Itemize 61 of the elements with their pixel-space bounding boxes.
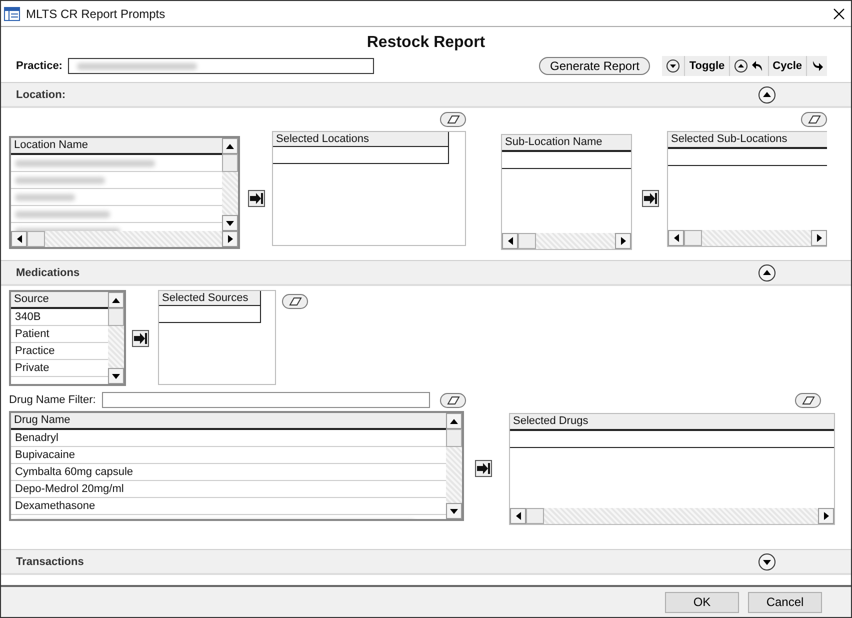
list-item[interactable]: Benadryl bbox=[11, 430, 446, 447]
cycle-button[interactable]: Cycle bbox=[768, 56, 807, 76]
eraser-icon[interactable] bbox=[282, 294, 308, 309]
blurred-text bbox=[15, 194, 75, 200]
column-header: Selected Locations bbox=[273, 132, 449, 147]
ok-button[interactable]: OK bbox=[665, 592, 739, 612]
column-header: Selected Sources bbox=[159, 291, 261, 306]
move-right-icon[interactable] bbox=[475, 460, 492, 476]
eraser-icon[interactable] bbox=[440, 392, 466, 408]
horizontal-scrollbar[interactable] bbox=[510, 508, 834, 524]
selected-sub-locations-list[interactable]: Selected Sub-Locations bbox=[667, 131, 827, 247]
vertical-scrollbar[interactable] bbox=[222, 138, 238, 231]
expand-all-icon[interactable] bbox=[734, 59, 748, 73]
move-right-icon[interactable] bbox=[642, 190, 659, 206]
horizontal-scrollbar[interactable] bbox=[502, 233, 631, 249]
eraser-icon[interactable] bbox=[440, 112, 466, 127]
report-title: Restock Report bbox=[366, 34, 486, 52]
close-icon[interactable] bbox=[833, 8, 845, 20]
drug-name-filter-field[interactable] bbox=[102, 392, 430, 408]
section-header[interactable]: Transactions bbox=[1, 549, 851, 575]
table-icon bbox=[4, 6, 20, 20]
window-title: MLTS CR Report Prompts bbox=[26, 6, 166, 20]
column-header: Selected Sub-Locations bbox=[668, 132, 827, 149]
section-toggle-icon[interactable] bbox=[758, 86, 776, 104]
practice-field[interactable] bbox=[68, 58, 374, 74]
cancel-button[interactable]: Cancel bbox=[748, 592, 822, 612]
eraser-icon[interactable] bbox=[801, 112, 827, 127]
horizontal-scrollbar[interactable] bbox=[11, 231, 238, 247]
section-toggle-icon[interactable] bbox=[758, 264, 776, 282]
selected-locations-list[interactable]: Selected Locations bbox=[272, 131, 466, 246]
filter-label: Drug Name Filter: bbox=[9, 394, 96, 406]
toggle-button[interactable]: Toggle bbox=[684, 56, 730, 76]
column-header: Source bbox=[11, 292, 108, 309]
drug-list[interactable]: Drug Name Benadryl Bupivacaine Cymbalta 60mg capsule Depo-Medrol 20mg/ml Dexamethasone bbox=[9, 411, 464, 521]
collapse-all-icon[interactable] bbox=[666, 59, 680, 73]
section-toggle-icon[interactable] bbox=[758, 552, 776, 570]
section-header[interactable]: Location: bbox=[1, 82, 851, 108]
location-list[interactable]: Location Name bbox=[9, 136, 240, 249]
move-right-icon[interactable] bbox=[248, 190, 265, 206]
undo-arrow-icon[interactable] bbox=[752, 60, 764, 72]
column-header: Sub-Location Name bbox=[502, 135, 631, 152]
redo-arrow-icon[interactable] bbox=[811, 60, 823, 72]
move-right-icon[interactable] bbox=[132, 330, 149, 346]
generate-report-button[interactable]: Generate Report bbox=[539, 57, 650, 75]
list-item[interactable]: Bupivacaine bbox=[11, 447, 446, 464]
vertical-scrollbar[interactable] bbox=[446, 413, 462, 519]
selected-sources-list[interactable]: Selected Sources bbox=[158, 290, 276, 385]
vertical-scrollbar[interactable] bbox=[108, 292, 124, 384]
eraser-icon[interactable] bbox=[795, 392, 821, 408]
list-item[interactable]: Cymbalta 60mg capsule bbox=[11, 464, 446, 481]
column-header: Drug Name bbox=[11, 413, 446, 430]
sub-location-list[interactable]: Sub-Location Name bbox=[501, 134, 632, 250]
column-header: Location Name bbox=[11, 138, 222, 155]
practice-label: Practice: bbox=[16, 60, 62, 72]
section-header[interactable]: Medications bbox=[1, 260, 851, 286]
source-list[interactable]: Source 340B Patient Practice Private bbox=[9, 290, 126, 386]
column-header: Selected Drugs bbox=[510, 414, 834, 431]
list-item[interactable]: Depo-Medrol 20mg/ml bbox=[11, 481, 446, 498]
list-item[interactable]: Dexamethasone bbox=[11, 498, 446, 515]
horizontal-scrollbar[interactable] bbox=[668, 230, 827, 246]
selected-drugs-list[interactable]: Selected Drugs bbox=[509, 413, 835, 525]
